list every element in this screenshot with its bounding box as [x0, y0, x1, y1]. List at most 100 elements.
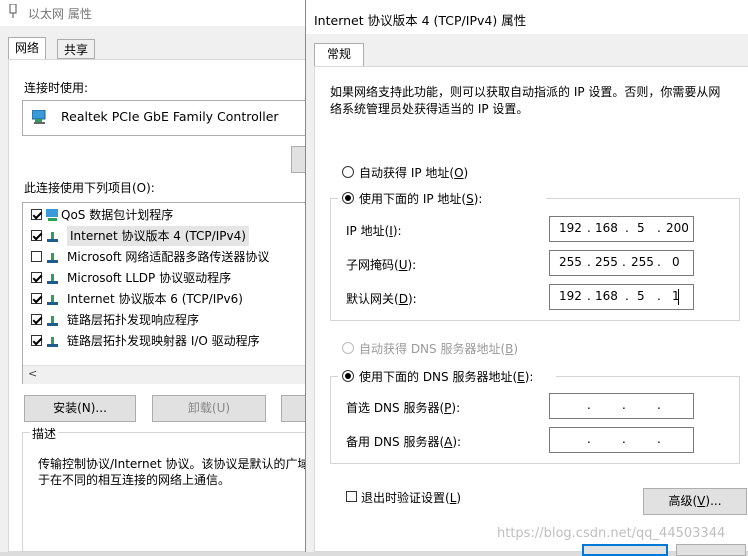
ip-octet: 200: [666, 221, 689, 235]
auto-ip-radio[interactable]: 自动获得 IP 地址(O): [342, 164, 542, 180]
item-label: Microsoft 网络适配器多路传送器协议: [67, 250, 270, 264]
radio-button[interactable]: [342, 370, 354, 382]
alternate-dns-field[interactable]: . . .: [549, 427, 694, 453]
ip-octet: 255: [595, 255, 618, 269]
preferred-dns-field[interactable]: . . .: [549, 393, 694, 419]
ip-octet: 5: [637, 221, 645, 235]
cancel-button[interactable]: [676, 544, 746, 556]
gateway-field[interactable]: 192 . 168 . 5 . 1: [549, 284, 694, 310]
dot: .: [622, 432, 626, 446]
dot: .: [587, 221, 591, 235]
dot: .: [587, 255, 591, 269]
title-bar: Internet 协议版本 4 (TCP/IPv4) 属性: [306, 0, 748, 34]
ip-octet: 255: [631, 255, 654, 269]
uninstall-button[interactable]: 卸载(U): [152, 395, 266, 422]
items-list[interactable]: QoS 数据包计划程序 Internet 协议版本 4 (TCP/IPv4) M…: [22, 202, 312, 384]
horizontal-scrollbar[interactable]: <: [23, 365, 311, 384]
item-label: QoS 数据包计划程序: [61, 208, 174, 222]
checkbox[interactable]: [346, 491, 357, 502]
auto-ip-label: 自动获得 IP 地址(O): [359, 166, 469, 180]
window-title: 以太网 属性: [28, 7, 92, 21]
manual-ip-radio[interactable]: 使用下面的 IP 地址(S):: [338, 190, 546, 206]
list-item[interactable]: Internet 协议版本 6 (TCP/IPv6): [31, 289, 311, 309]
ip-octet: 192: [559, 221, 582, 235]
manual-dns-label: 使用下面的 DNS 服务器地址(E):: [359, 370, 534, 384]
window-title: Internet 协议版本 4 (TCP/IPv4) 属性: [314, 13, 527, 28]
description-line: 传输控制协议/Internet 协议。该协议是默认的广域: [38, 457, 310, 471]
intro-text: 如果网络支持此功能，则可以获取自动指派的 IP 设置。否则，你需要从网: [330, 85, 721, 99]
ip-address-label: IP 地址(I):: [346, 224, 402, 238]
list-item[interactable]: 链路层拓扑发现映射器 I/O 驱动程序: [31, 331, 311, 351]
description-group: [22, 432, 312, 552]
dot: .: [622, 398, 626, 412]
tab-sharing[interactable]: 共享: [57, 39, 96, 59]
list-item[interactable]: 链路层拓扑发现响应程序: [31, 310, 311, 330]
checkbox[interactable]: [31, 230, 42, 241]
manual-dns-radio[interactable]: 使用下面的 DNS 服务器地址(E):: [338, 368, 556, 384]
connect-using-label: 连接时使用:: [24, 81, 89, 95]
list-item[interactable]: Internet 协议版本 4 (TCP/IPv4): [31, 226, 311, 246]
qos-network-icon: [46, 209, 58, 221]
item-label: 链路层拓扑发现响应程序: [67, 313, 200, 327]
adapter-box: Realtek PCIe GbE Family Controller: [22, 100, 312, 136]
ip-octet: 0: [672, 255, 680, 269]
protocol-icon: [47, 337, 58, 347]
subnet-mask-field[interactable]: 255 . 255 . 255 . 0: [549, 250, 694, 276]
ip-octet: 192: [559, 289, 582, 303]
ipv4-properties-dialog: Internet 协议版本 4 (TCP/IPv4) 属性 常规 如果网络支持此…: [305, 0, 748, 556]
radio-button[interactable]: [342, 166, 354, 178]
dot: .: [622, 255, 626, 269]
network-card-icon: [32, 110, 46, 124]
dot: .: [625, 289, 629, 303]
ip-octet: 255: [559, 255, 582, 269]
item-label: 链路层拓扑发现映射器 I/O 驱动程序: [67, 334, 260, 348]
manual-ip-label: 使用下面的 IP 地址(S):: [359, 192, 483, 206]
tab-network[interactable]: 网络: [8, 37, 47, 60]
watermark-text: https://blog.csdn.net/qq_44503344: [497, 526, 726, 541]
radio-button[interactable]: [342, 192, 354, 204]
alternate-dns-label: 备用 DNS 服务器(A):: [346, 435, 462, 449]
dot: .: [587, 289, 591, 303]
auto-dns-label: 自动获得 DNS 服务器地址(B): [359, 342, 519, 356]
description-heading: 描述: [30, 425, 59, 442]
text-cursor: [678, 289, 679, 305]
dot: .: [625, 221, 629, 235]
checkbox[interactable]: [31, 272, 42, 283]
items-label: 此连接使用下列项目(O):: [24, 181, 155, 195]
adapter-name: Realtek PCIe GbE Family Controller: [61, 109, 279, 124]
ethernet-properties-dialog: 以太网 属性 网络 共享 连接时使用: Realtek PCIe GbE Fam…: [0, 0, 330, 552]
protocol-icon: [47, 316, 58, 326]
radio-button[interactable]: [342, 342, 354, 354]
dot: .: [657, 255, 661, 269]
validate-checkbox[interactable]: 退出时验证设置(L): [346, 489, 546, 505]
description-line: 于在不同的相互连接的网络上通信。: [38, 473, 231, 487]
checkbox[interactable]: [31, 314, 42, 325]
tab-general[interactable]: 常规: [314, 43, 364, 66]
item-label: Internet 协议版本 4 (TCP/IPv4): [67, 226, 249, 246]
checkbox[interactable]: [31, 209, 42, 220]
checkbox[interactable]: [31, 335, 42, 346]
list-item[interactable]: Microsoft 网络适配器多路传送器协议: [31, 247, 311, 267]
list-item[interactable]: QoS 数据包计划程序: [31, 205, 311, 225]
dot: .: [657, 221, 661, 235]
dot: .: [587, 398, 591, 412]
protocol-icon: [47, 274, 58, 284]
ok-button[interactable]: [582, 544, 668, 556]
list-item[interactable]: Microsoft LLDP 协议驱动程序: [31, 268, 311, 288]
auto-dns-radio[interactable]: 自动获得 DNS 服务器地址(B): [342, 340, 562, 356]
protocol-icon: [47, 253, 58, 263]
dot: .: [657, 289, 661, 303]
advanced-button[interactable]: 高级(V)...: [643, 488, 747, 515]
title-bar: 以太网 属性: [0, 0, 330, 26]
ip-address-field[interactable]: 192 . 168 . 5 . 200: [549, 216, 694, 242]
intro-text: 络系统管理员处获得适当的 IP 设置。: [330, 102, 529, 116]
ip-octet: 5: [637, 289, 645, 303]
checkbox[interactable]: [31, 293, 42, 304]
validate-label: 退出时验证设置(L): [361, 491, 462, 505]
scroll-left-icon[interactable]: <: [28, 367, 37, 380]
ip-octet: 168: [595, 221, 618, 235]
dot: .: [657, 432, 661, 446]
install-button[interactable]: 安装(N)...: [24, 395, 136, 422]
checkbox[interactable]: [31, 251, 42, 262]
gateway-label: 默认网关(D):: [346, 292, 417, 306]
